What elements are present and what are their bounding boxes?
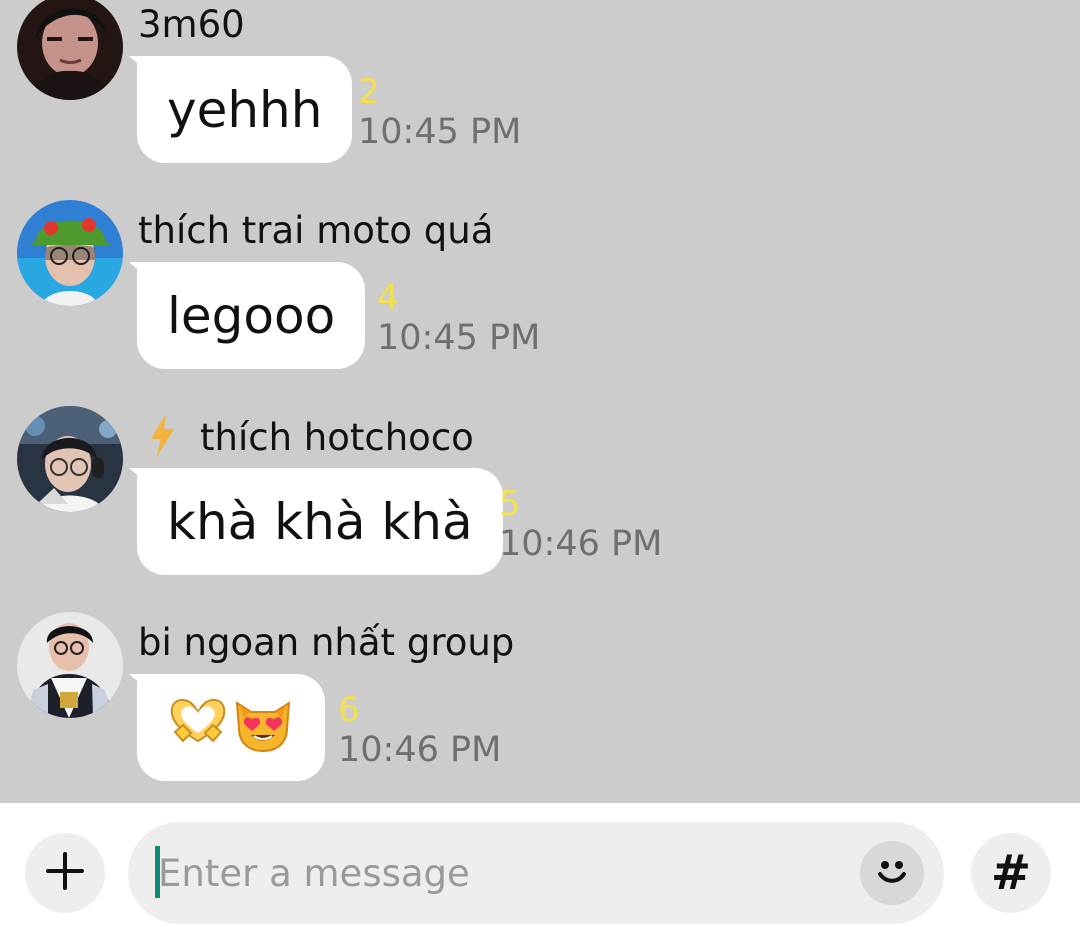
- plus-icon: [44, 850, 86, 896]
- unread-count: 2: [358, 72, 380, 112]
- message-input[interactable]: [158, 822, 838, 924]
- message-time: 10:46 PM: [499, 524, 663, 564]
- message-bubble[interactable]: legooo: [137, 262, 366, 369]
- message-time: 10:46 PM: [338, 730, 502, 770]
- message-item: 3m60 yehhh 2 10:45 PM: [0, 0, 1080, 200]
- hashtag-button[interactable]: #: [971, 833, 1051, 913]
- message-text: legooo: [167, 286, 336, 345]
- message-item: thích hotchoco khà khà khà 5 10:46 PM: [0, 406, 1080, 612]
- message-text: yehhh: [167, 80, 323, 139]
- message-meta: 5 10:46 PM: [499, 484, 662, 564]
- message-item: bi ngoan nhất group 6 10:46 PM: [0, 612, 1080, 803]
- avatar[interactable]: [17, 200, 123, 306]
- message-bubble[interactable]: yehhh: [137, 56, 353, 163]
- message-time: 10:45 PM: [377, 318, 541, 358]
- smiley-icon: [872, 851, 912, 895]
- avatar-person-headset-icon: [17, 406, 123, 512]
- sender-name: bi ngoan nhất group: [138, 621, 515, 664]
- unread-count: 4: [377, 278, 399, 318]
- message-composer: #: [0, 803, 1080, 939]
- message-meta: 4 10:45 PM: [377, 278, 540, 358]
- avatar[interactable]: [17, 406, 123, 512]
- heart-eyes-cat-emoji: [231, 690, 295, 766]
- emoji-button[interactable]: [860, 841, 924, 905]
- sender-name: thích trai moto quá: [138, 209, 494, 252]
- message-meta: 6 10:46 PM: [338, 690, 501, 770]
- unread-count: 5: [499, 484, 521, 524]
- sender-name: thích hotchoco: [200, 416, 474, 459]
- heart-hands-emoji: [167, 695, 229, 761]
- message-time: 10:45 PM: [358, 112, 522, 152]
- avatar-person-icon: [17, 0, 123, 100]
- sender-name-row: thích hotchoco: [148, 414, 474, 461]
- hashtag-label: #: [990, 845, 1032, 901]
- avatar-person-green-hat-icon: [17, 200, 123, 306]
- message-input-container[interactable]: [128, 822, 944, 924]
- chat-history[interactable]: 3m60 yehhh 2 10:45 PM thích trai moto qu…: [0, 0, 1080, 803]
- message-bubble[interactable]: [137, 674, 325, 781]
- sender-name: 3m60: [138, 3, 245, 46]
- avatar[interactable]: [17, 0, 123, 100]
- add-button[interactable]: [25, 833, 105, 913]
- lightning-bolt-icon: [148, 414, 176, 458]
- avatar-person-jacket-icon: [17, 612, 123, 718]
- unread-count: 6: [338, 690, 360, 730]
- message-bubble[interactable]: khà khà khà: [137, 468, 503, 575]
- message-meta: 2 10:45 PM: [358, 72, 521, 152]
- message-text: khà khà khà: [167, 492, 473, 551]
- message-item: thích trai moto quá legooo 4 10:45 PM: [0, 200, 1080, 406]
- avatar[interactable]: [17, 612, 123, 718]
